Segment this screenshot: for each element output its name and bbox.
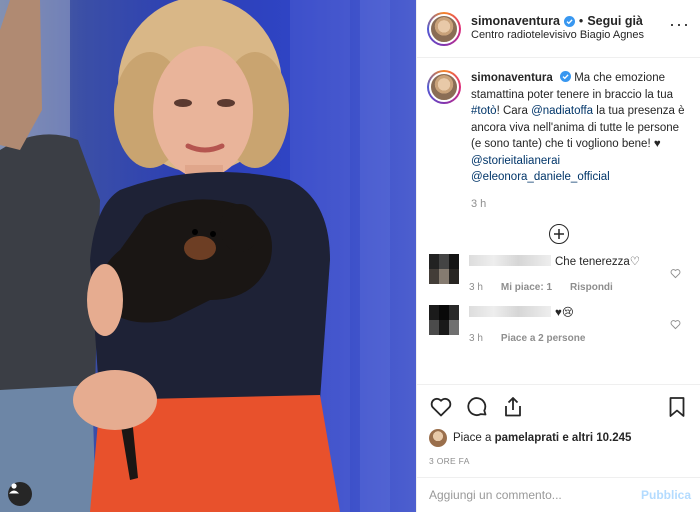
separator-dot: •	[578, 13, 584, 28]
publish-button[interactable]: Pubblica	[641, 488, 691, 502]
post-time-ago[interactable]: 3 ORE FA	[429, 456, 689, 466]
comment-likes[interactable]: Mi piace: 1	[501, 282, 552, 293]
post-side-panel: simonaventura • Segui già Centro radiote…	[416, 0, 700, 512]
caption-timestamp[interactable]: 3 h	[471, 196, 691, 213]
load-more-comments-icon[interactable]	[549, 224, 569, 244]
follow-button[interactable]: Segui già	[587, 14, 643, 30]
like-comment-heart-icon[interactable]	[670, 319, 681, 330]
post-header: simonaventura • Segui già Centro radiote…	[417, 0, 700, 58]
comment-item: Che tenerezza♡ 3 h Mi piace: 1 Rispondi	[427, 254, 691, 293]
like-heart-icon[interactable]	[429, 395, 453, 419]
verified-badge-icon	[563, 16, 575, 28]
mention-link[interactable]: @eleonora_daniele_official	[471, 171, 610, 183]
tagged-user-icon[interactable]	[8, 482, 32, 506]
comment-text: ♥😢	[555, 307, 574, 319]
comment-text: Che tenerezza♡	[555, 256, 641, 268]
post-caption: simonaventura Ma che emozione stamattina…	[427, 70, 691, 212]
comment-input[interactable]	[429, 488, 641, 502]
commenter-avatar[interactable]	[429, 305, 459, 335]
hashtag-link[interactable]: #totò	[471, 105, 497, 117]
like-comment-heart-icon[interactable]	[670, 268, 681, 279]
post-photo[interactable]	[0, 0, 416, 512]
comments-section[interactable]: simonaventura Ma che emozione stamattina…	[417, 58, 700, 384]
verified-badge-icon	[560, 71, 572, 82]
more-options-icon[interactable]: ···	[669, 14, 690, 35]
liker-username[interactable]: pamelaprati	[495, 432, 560, 444]
likes-prefix: Piace a	[453, 432, 492, 444]
post-actions: Piace a pamelaprati e altri 10.245 3 ORE…	[417, 384, 700, 466]
comment-likes[interactable]: Piace a 2 persone	[501, 333, 586, 344]
comment-timestamp[interactable]: 3 h	[469, 333, 483, 344]
comment-timestamp[interactable]: 3 h	[469, 282, 483, 293]
caption-text: ! Cara	[496, 105, 532, 117]
caption-avatar[interactable]	[427, 70, 461, 104]
share-icon[interactable]	[501, 395, 525, 419]
bookmark-icon[interactable]	[665, 395, 689, 419]
author-avatar[interactable]	[427, 11, 461, 46]
mention-link[interactable]: @storieitalianerai	[471, 155, 560, 167]
comment-item: ♥😢 3 h Piace a 2 persone	[427, 305, 691, 344]
commenter-avatar[interactable]	[429, 254, 459, 284]
author-username[interactable]: simonaventura	[471, 14, 560, 30]
load-more-comments	[427, 224, 691, 244]
reply-button[interactable]: Rispondi	[570, 282, 613, 293]
add-comment-bar: Pubblica	[417, 477, 700, 512]
likes-others[interactable]: e altri 10.245	[562, 432, 631, 444]
likes-summary: Piace a pamelaprati e altri 10.245	[429, 429, 689, 447]
liker-avatar[interactable]	[429, 429, 447, 447]
comment-bubble-icon[interactable]	[465, 395, 489, 419]
caption-username[interactable]: simonaventura	[471, 72, 553, 84]
commenter-username-blurred[interactable]	[469, 306, 551, 317]
location-link[interactable]: Centro radiotelevisivo Biagio Agnes	[471, 29, 669, 43]
photo-illustration	[0, 0, 390, 512]
mention-link[interactable]: @nadiatoffa	[531, 105, 593, 117]
commenter-username-blurred[interactable]	[469, 255, 551, 266]
